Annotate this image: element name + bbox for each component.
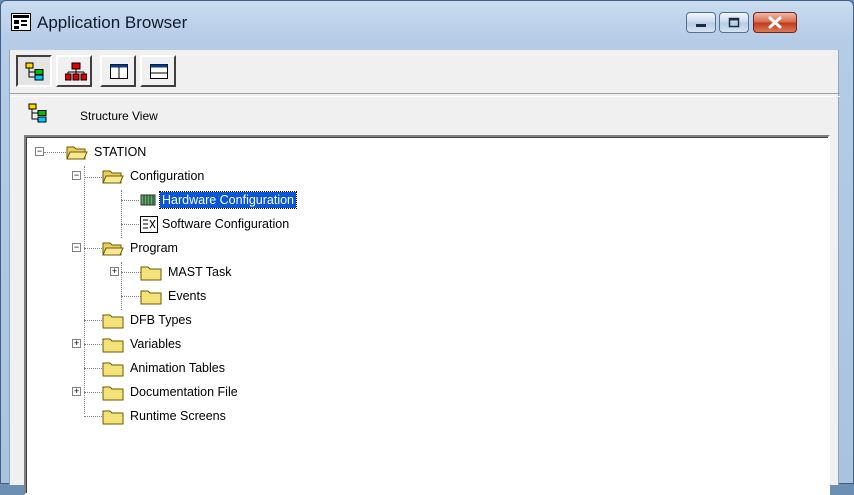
tree-node-variables[interactable]: + Variables: [26, 334, 276, 356]
expand-icon[interactable]: +: [72, 339, 81, 348]
toolbar: [10, 50, 840, 92]
vertical-split-tool[interactable]: [100, 55, 136, 87]
tree-node-hardware-configuration[interactable]: Hardware Configuration: [26, 190, 346, 212]
folder-icon: [102, 362, 124, 377]
view-header: Structure View: [10, 96, 840, 132]
browser-client-area: Structure View − STATION − Configuration…: [9, 50, 840, 495]
tree-node-animation-tables[interactable]: Animation Tables: [26, 358, 276, 380]
tree-label-station: STATION: [94, 145, 147, 159]
tree-label-software-configuration: Software Configuration: [162, 217, 290, 231]
tree-label-hardware-configuration: Hardware Configuration: [158, 191, 298, 209]
tree-label-configuration: Configuration: [130, 169, 205, 183]
tree-node-station[interactable]: − STATION: [26, 142, 226, 164]
collapse-icon[interactable]: −: [72, 243, 81, 252]
vertical-split-icon: [110, 64, 128, 79]
folder-icon: [102, 338, 124, 353]
minimize-button[interactable]: [686, 12, 716, 33]
maximize-button[interactable]: [719, 12, 749, 33]
tree-node-mast-task[interactable]: + MAST Task: [26, 262, 286, 284]
application-browser-window: Application Browser Structure View − STA…: [0, 0, 854, 495]
application-browser-icon: [11, 13, 31, 31]
horizontal-split-tool[interactable]: [140, 55, 176, 87]
window-title: Application Browser: [37, 13, 188, 32]
open-folder-icon: [102, 242, 124, 256]
structure-view-tool[interactable]: [16, 55, 52, 87]
tree-node-configuration[interactable]: − Configuration: [26, 166, 276, 188]
tree-node-program[interactable]: − Program: [26, 238, 276, 260]
tree-node-documentation-file[interactable]: + Documentation File: [26, 382, 286, 404]
expand-icon[interactable]: +: [110, 267, 119, 276]
tree-node-dfb-types[interactable]: DFB Types: [26, 310, 276, 332]
view-header-label: Structure View: [80, 109, 158, 123]
structure-tree-icon: [25, 62, 44, 81]
expand-icon[interactable]: +: [72, 387, 81, 396]
tree-node-runtime-screens[interactable]: Runtime Screens: [26, 406, 276, 428]
tree-label-dfb-types: DFB Types: [130, 313, 192, 327]
project-tree: − STATION − Configuration Hardware Confi…: [26, 137, 828, 493]
hardware-rack-icon: [140, 194, 156, 206]
folder-icon: [102, 386, 124, 401]
collapse-icon[interactable]: −: [35, 147, 44, 156]
folder-icon: [102, 314, 124, 329]
tree-label-mast-task: MAST Task: [168, 265, 232, 279]
folder-icon: [140, 266, 162, 281]
tree-node-events[interactable]: Events: [26, 286, 286, 308]
tree-panel[interactable]: − STATION − Configuration Hardware Confi…: [24, 135, 830, 495]
horizontal-split-icon: [150, 64, 168, 79]
folder-icon: [102, 410, 124, 425]
restore-icon: [728, 17, 740, 28]
close-button[interactable]: [753, 12, 797, 33]
functional-view-tool[interactable]: [56, 55, 92, 87]
tree-label-program: Program: [130, 241, 178, 255]
tree-label-documentation-file: Documentation File: [130, 385, 238, 399]
open-folder-icon: [102, 170, 124, 184]
open-folder-icon: [66, 146, 88, 160]
close-icon: [768, 16, 782, 29]
tree-label-variables: Variables: [130, 337, 182, 351]
tree-node-software-configuration[interactable]: Software Configuration: [26, 214, 346, 236]
tree-label-animation-tables: Animation Tables: [130, 361, 225, 375]
folder-icon: [140, 290, 162, 305]
collapse-icon[interactable]: −: [72, 171, 81, 180]
minimize-icon: [696, 24, 706, 27]
title-bar[interactable]: Application Browser: [1, 1, 853, 41]
tree-label-runtime-screens: Runtime Screens: [130, 409, 226, 423]
hierarchy-icon: [65, 62, 87, 81]
software-configuration-icon: [140, 216, 158, 233]
tree-label-events: Events: [168, 289, 207, 303]
structure-tree-icon: [28, 103, 47, 123]
